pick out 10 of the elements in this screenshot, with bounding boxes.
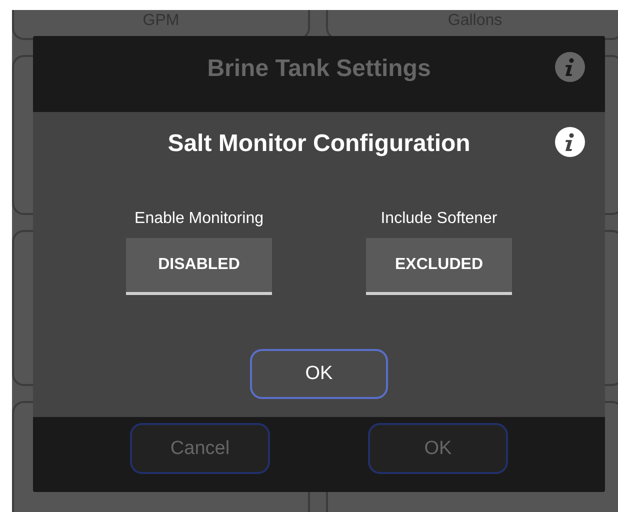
toggle-button[interactable]: DISABLED <box>126 238 272 295</box>
toggle-button[interactable]: EXCLUDED <box>366 238 512 295</box>
dialog-title: Salt Monitor Configuration <box>168 130 470 158</box>
toggle-label: Include Softener <box>380 210 498 228</box>
dialog-title: Brine Tank Settings <box>207 55 431 83</box>
toggle-label: Enable Monitoring <box>134 210 264 228</box>
dialog-button[interactable]: OK <box>368 423 508 474</box>
dialog-button[interactable]: Cancel <box>130 423 270 474</box>
ok-button[interactable]: OK <box>250 349 388 399</box>
info-icon[interactable] <box>555 127 585 157</box>
